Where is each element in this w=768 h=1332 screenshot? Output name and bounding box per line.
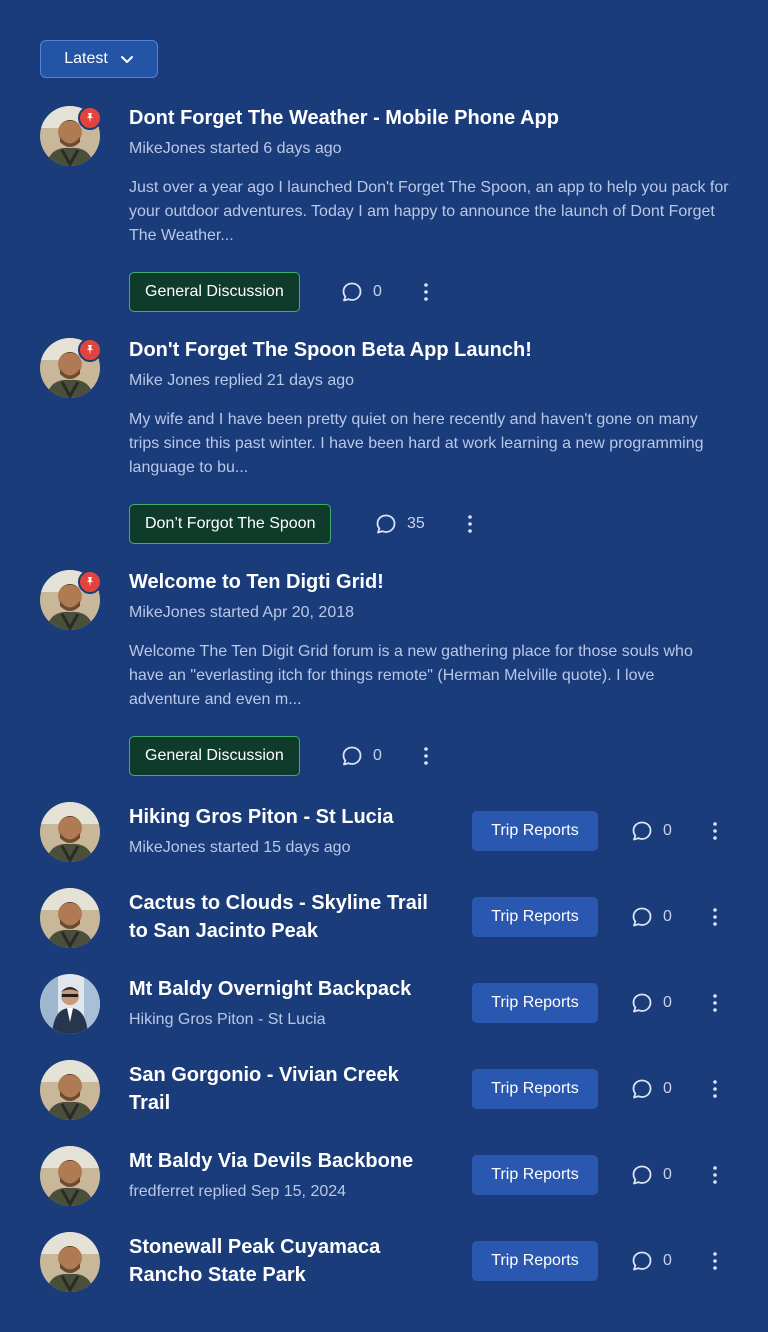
kebab-menu-icon [424,283,428,301]
category-badge[interactable]: Trip Reports [472,1069,598,1109]
avatar[interactable] [40,974,100,1034]
comment-count-value: 35 [407,515,425,532]
comment-count-value: 0 [663,994,672,1011]
comment-count[interactable]: 0 [631,897,672,937]
topic-menu-button[interactable] [705,1241,725,1281]
pin-icon [78,338,102,362]
sort-label: Latest [64,50,108,67]
category-badge[interactable]: Trip Reports [472,897,598,937]
topic-meta: fredferret replied Sep 15, 2024 [129,1183,347,1200]
topic-title-continued[interactable]: to San Jacinto Peak [129,917,318,945]
topic-meta: MikeJones started 15 days ago [129,839,351,856]
category-badge[interactable]: General Discussion [129,736,300,776]
avatar[interactable] [40,1146,100,1206]
kebab-menu-icon [468,515,472,533]
comment-count-value: 0 [663,1252,672,1269]
comment-count-value: 0 [663,908,672,925]
topic-excerpt: Welcome The Ten Digit Grid forum is a ne… [129,643,693,708]
avatar[interactable] [40,802,100,862]
kebab-menu-icon [713,908,717,926]
comment-count[interactable]: 0 [631,983,672,1023]
category-badge[interactable]: Trip Reports [472,1155,598,1195]
topic-title[interactable]: Hiking Gros Piton - St Lucia [129,803,393,831]
kebab-menu-icon [713,1252,717,1270]
topic-title[interactable]: Dont Forget The Weather - Mobile Phone A… [129,104,559,132]
topic-meta: Hiking Gros Piton - St Lucia [129,1011,326,1028]
topic-title-continued[interactable]: Rancho State Park [129,1261,306,1289]
kebab-menu-icon [713,1166,717,1184]
topic-menu-button[interactable] [416,736,436,776]
kebab-menu-icon [424,747,428,765]
topic-excerpt: My wife and I have been pretty quiet on … [129,411,704,476]
comment-bubble-icon [632,1079,652,1099]
comment-bubble-icon [376,514,396,534]
topic-title-continued[interactable]: Trail [129,1089,170,1117]
comment-bubble-icon [632,1251,652,1271]
category-badge[interactable]: Don’t Forgot The Spoon [129,504,332,544]
avatar[interactable] [40,1232,100,1292]
comment-bubble-icon [632,993,652,1013]
comment-count-value: 0 [663,1166,672,1183]
comment-count[interactable]: 0 [341,736,382,776]
comment-count-value: 0 [373,747,382,764]
topic-meta: MikeJones started 6 days ago [129,140,342,157]
comment-bubble-icon [632,1165,652,1185]
kebab-menu-icon [713,994,717,1012]
comment-count[interactable]: 0 [631,1069,672,1109]
topic-menu-button[interactable] [705,1155,725,1195]
topic-meta: Mike Jones replied 21 days ago [129,372,355,389]
topic-menu-button[interactable] [705,1069,725,1109]
topic-title[interactable]: Mt Baldy Overnight Backpack [129,975,411,1003]
category-badge[interactable]: Trip Reports [472,811,598,851]
topic-menu-button[interactable] [705,811,725,851]
comment-count-value: 0 [663,1080,672,1097]
comment-bubble-icon [342,746,362,766]
comment-bubble-icon [632,907,652,927]
category-badge[interactable]: General Discussion [129,272,300,312]
comment-count-value: 0 [663,822,672,839]
topic-menu-button[interactable] [705,983,725,1023]
topic-menu-button[interactable] [705,897,725,937]
chevron-down-icon [120,56,133,63]
avatar[interactable] [40,1060,100,1120]
kebab-menu-icon [713,1080,717,1098]
comment-bubble-icon [632,821,652,841]
category-badge[interactable]: Trip Reports [472,983,598,1023]
kebab-menu-icon [713,822,717,840]
comment-count[interactable]: 0 [631,811,672,851]
topic-title[interactable]: San Gorgonio - Vivian Creek [129,1061,399,1089]
topic-excerpt: Just over a year ago I launched Don't Fo… [129,179,729,244]
topic-title[interactable]: Don't Forget The Spoon Beta App Launch! [129,336,532,364]
category-badge[interactable]: Trip Reports [472,1241,598,1281]
topic-menu-button[interactable] [416,272,436,312]
comment-count-value: 0 [373,283,382,300]
topic-title[interactable]: Stonewall Peak Cuyamaca [129,1233,380,1261]
comment-count[interactable]: 35 [375,504,425,544]
topic-meta: MikeJones started Apr 20, 2018 [129,604,355,621]
topic-menu-button[interactable] [460,504,480,544]
pin-icon [78,570,102,594]
comment-count[interactable]: 0 [631,1155,672,1195]
pin-icon [78,106,102,130]
avatar[interactable] [40,888,100,948]
sort-dropdown[interactable]: Latest [40,40,158,78]
comment-count[interactable]: 0 [631,1241,672,1281]
comment-bubble-icon [342,282,362,302]
comment-count[interactable]: 0 [341,272,382,312]
topic-title[interactable]: Welcome to Ten Digti Grid! [129,568,384,596]
topic-title[interactable]: Cactus to Clouds - Skyline Trail [129,889,428,917]
topic-title[interactable]: Mt Baldy Via Devils Backbone [129,1147,413,1175]
